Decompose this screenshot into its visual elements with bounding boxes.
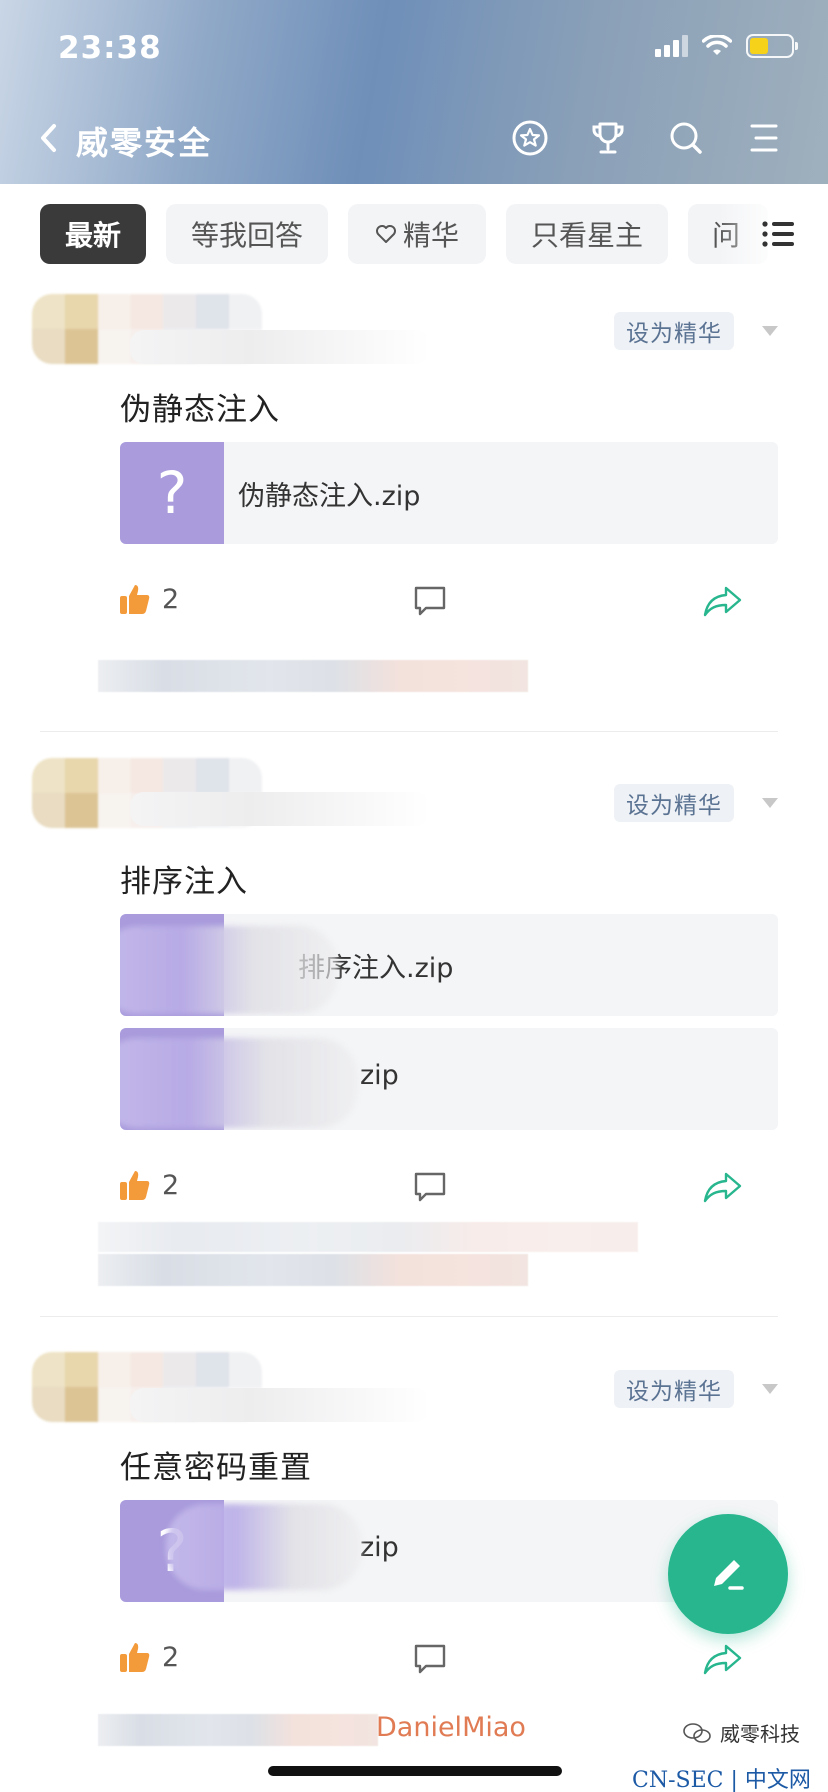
- comment-preview-blurred: [98, 1254, 528, 1286]
- file-name: zip: [360, 1060, 399, 1091]
- like-count: 2: [162, 1169, 180, 1201]
- comment-preview-blurred: [98, 660, 528, 692]
- thumbs-up-icon: [120, 1643, 150, 1672]
- file-name: zip: [360, 1532, 399, 1563]
- like-button[interactable]: 2: [118, 582, 179, 616]
- wechat-watermark: 威零科技: [682, 1718, 800, 1747]
- like-count: 2: [162, 1641, 180, 1673]
- post-title[interactable]: 排序注入: [120, 856, 248, 901]
- file-attachment[interactable]: 排序注入.zip: [120, 914, 778, 1016]
- thumbs-up-icon: [120, 1171, 150, 1200]
- group-title: 威零安全: [76, 124, 213, 162]
- star-badge-icon[interactable]: [510, 118, 550, 158]
- redaction-blur: [120, 1038, 358, 1128]
- home-indicator: [268, 1766, 562, 1776]
- nav-actions: [510, 118, 784, 158]
- post-title[interactable]: 伪静态注入: [120, 384, 280, 429]
- like-button[interactable]: 2: [118, 1168, 179, 1202]
- search-icon[interactable]: [666, 118, 706, 158]
- file-name: 伪静态注入.zip: [238, 481, 421, 512]
- tab-awaiting-answer[interactable]: 等我回答: [166, 204, 328, 264]
- comment-icon[interactable]: [412, 1170, 448, 1204]
- status-time: 23:38: [58, 30, 162, 66]
- set-essence-button[interactable]: 设为精华: [614, 1370, 734, 1408]
- set-essence-button[interactable]: 设为精华: [614, 784, 734, 822]
- share-icon[interactable]: [702, 1642, 744, 1676]
- file-attachment[interactable]: ? 伪静态注入.zip: [120, 442, 778, 544]
- redaction-blur: [120, 926, 338, 1014]
- comment-icon[interactable]: [412, 1642, 448, 1676]
- tab-label: 等我回答: [190, 219, 303, 252]
- post-actions: 2: [0, 582, 828, 622]
- pencil-icon: [714, 1560, 744, 1590]
- site-watermark: CN-SEC | 中文网: [632, 1768, 811, 1792]
- post-title[interactable]: 任意密码重置: [120, 1442, 312, 1487]
- filter-tabs: 最新 等我回答 精华 只看星主 问: [0, 184, 828, 284]
- like-count: 2: [162, 583, 180, 615]
- file-attachment[interactable]: zip: [120, 1028, 778, 1130]
- like-button[interactable]: 2: [118, 1640, 179, 1674]
- set-essence-button[interactable]: 设为精华: [614, 312, 734, 350]
- tab-latest[interactable]: 最新: [40, 204, 146, 264]
- share-icon[interactable]: [702, 1170, 744, 1204]
- post-divider: [40, 1316, 778, 1317]
- wechat-icon: [683, 1722, 711, 1743]
- tab-owner-only[interactable]: 只看星主: [506, 204, 668, 264]
- thumbs-up-icon: [120, 585, 150, 614]
- comment-preview-blurred: [98, 1222, 638, 1252]
- caret-down-icon[interactable]: [762, 798, 778, 808]
- tab-essence[interactable]: 精华: [348, 204, 486, 264]
- compose-button[interactable]: [668, 1514, 788, 1634]
- tab-label: 只看星主: [530, 219, 643, 252]
- comment-preview-blurred: [98, 1714, 378, 1746]
- file-unknown-icon: ?: [120, 442, 224, 544]
- comment-icon[interactable]: [412, 584, 448, 618]
- trophy-icon[interactable]: [588, 118, 628, 158]
- share-icon[interactable]: [702, 584, 744, 618]
- wifi-icon: [702, 35, 732, 55]
- tab-label: 精华: [402, 219, 459, 252]
- tab-label: 最新: [64, 219, 121, 252]
- battery-icon: [746, 34, 798, 58]
- wechat-mark-text: 威零科技: [720, 1722, 800, 1746]
- heart-icon: [375, 225, 396, 243]
- menu-icon[interactable]: [744, 118, 784, 158]
- caret-down-icon[interactable]: [762, 1384, 778, 1394]
- status-indicators: [655, 34, 798, 58]
- credit-name: DanielMiao: [376, 1712, 526, 1743]
- author-blurred: [130, 792, 430, 826]
- caret-down-icon[interactable]: [762, 326, 778, 336]
- post-actions: 2: [0, 1640, 828, 1680]
- post-actions: 2: [0, 1168, 828, 1208]
- cellular-signal-icon: [655, 35, 688, 57]
- list-menu-icon[interactable]: [762, 220, 794, 248]
- author-blurred: [130, 1388, 430, 1422]
- chevron-left-icon[interactable]: [34, 118, 64, 158]
- redaction-blur: [166, 1504, 362, 1590]
- post-divider: [40, 731, 778, 732]
- author-blurred: [130, 330, 430, 364]
- app-header: 23:38 威零安全: [0, 0, 828, 184]
